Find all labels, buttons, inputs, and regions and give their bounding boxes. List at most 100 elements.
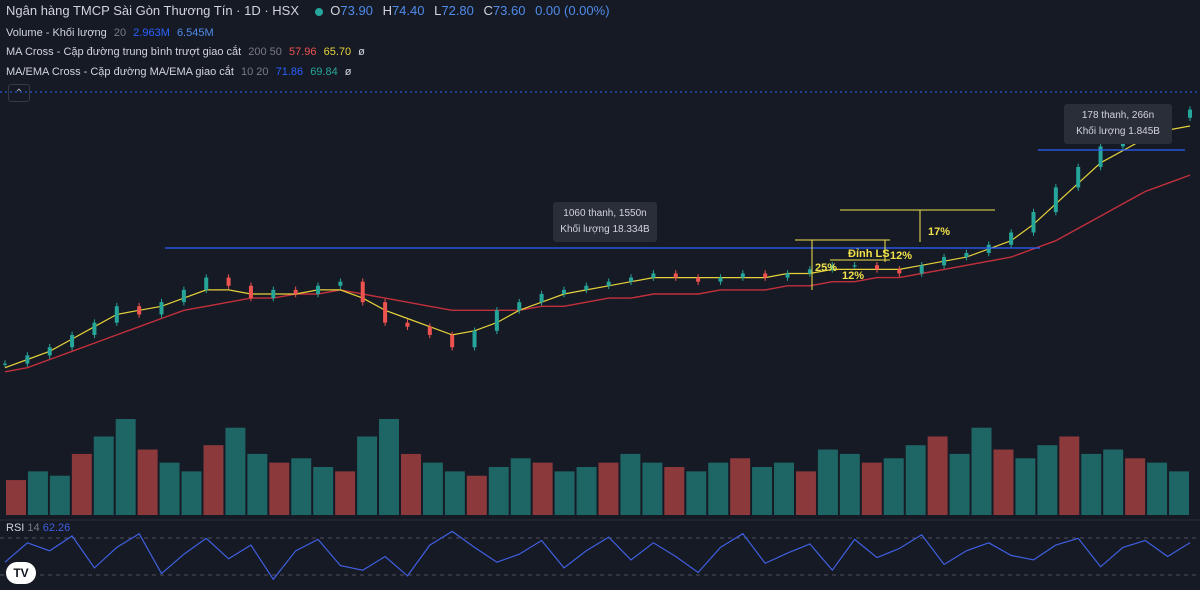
price-candle xyxy=(114,306,119,323)
ma-ema-value-2: 69.84 xyxy=(310,66,338,78)
volume-bar xyxy=(993,449,1014,515)
price-candle xyxy=(92,322,97,335)
chart-canvas[interactable] xyxy=(0,0,1200,590)
volume-value-2: 6.545M xyxy=(176,27,214,39)
volume-bar xyxy=(883,458,904,515)
rsi-legend[interactable]: RSI 14 62.26 xyxy=(6,522,70,534)
market-status-icon xyxy=(314,7,323,16)
price-candle xyxy=(517,302,522,311)
volume-bar xyxy=(247,453,268,515)
volume-bar xyxy=(137,449,158,515)
price-candle xyxy=(606,281,611,286)
volume-legend[interactable]: Volume - Khối lượng 20 2.963M 6.545M xyxy=(6,26,218,40)
ma-ema-legend[interactable]: MA/EMA Cross - Cặp đường MA/EMA giao cắt… xyxy=(6,65,356,79)
volume-bar xyxy=(1147,462,1168,515)
rsi-param: 14 xyxy=(27,522,40,534)
price-candle xyxy=(248,285,253,299)
volume-legend-param: 20 xyxy=(113,27,127,39)
price-candle xyxy=(964,252,969,258)
volume-bar xyxy=(642,462,663,515)
ma-ema-value-1: 71.86 xyxy=(275,66,304,78)
pct-25-label: 25% xyxy=(815,262,838,274)
range-tooltip-long: 1060 thanh, 1550n Khối lượng 18.334B xyxy=(553,202,657,242)
price-candle xyxy=(740,273,745,278)
pct-17-label: 17% xyxy=(928,226,951,238)
low-value: 72.80 xyxy=(441,3,474,18)
price-candle xyxy=(1031,212,1036,233)
chevron-up-icon[interactable]: ⌃ xyxy=(8,84,30,102)
volume-bar xyxy=(115,419,136,515)
volume-bar xyxy=(796,471,816,515)
price-candle xyxy=(450,334,455,348)
price-candle xyxy=(226,277,231,286)
ma-ema-params: 10 20 xyxy=(241,66,269,78)
volume-bar xyxy=(488,467,509,515)
price-candle xyxy=(293,289,298,294)
ma-ema-label: MA/EMA Cross - Cặp đường MA/EMA giao cắt xyxy=(6,66,234,78)
volume-bar xyxy=(466,475,487,515)
price-candle xyxy=(718,277,723,282)
ma-cross-value-2: 65.70 xyxy=(323,46,352,58)
volume-bar xyxy=(1037,445,1058,515)
change-value: 0.00 (0.00%) xyxy=(535,3,610,18)
price-candle xyxy=(47,347,52,356)
range-tooltip-long-line1: 1060 thanh, 1550n xyxy=(563,208,647,219)
price-candle xyxy=(986,244,991,253)
volume-bar xyxy=(313,467,334,515)
price-candle xyxy=(785,273,790,278)
volume-value-1: 2.963M xyxy=(133,27,170,39)
price-candle xyxy=(3,363,7,365)
ma-ema-tail: ø xyxy=(344,66,352,78)
price-candle xyxy=(137,306,142,315)
tradingview-logo[interactable]: TV xyxy=(6,562,36,584)
volume-bar xyxy=(357,436,378,515)
price-candle xyxy=(204,277,209,290)
price-candle xyxy=(338,281,343,286)
price-candle xyxy=(271,289,276,299)
price-candle xyxy=(383,302,388,323)
price-candle xyxy=(405,322,410,327)
volume-bar xyxy=(708,462,729,515)
volume-bar xyxy=(817,449,838,515)
volume-bar xyxy=(576,467,597,515)
volume-bar xyxy=(510,458,531,515)
volume-bar xyxy=(1125,458,1146,515)
range-tooltip-short: 178 thanh, 266n Khối lượng 1.845B xyxy=(1064,104,1172,144)
ma-fast-line xyxy=(4,125,1191,369)
high-value: 74.40 xyxy=(391,3,425,18)
price-candle xyxy=(584,285,589,290)
volume-bars xyxy=(6,419,1189,515)
price-candle xyxy=(1009,232,1014,245)
rsi-label: RSI xyxy=(6,522,25,534)
dinh-ls-label: Đỉnh LS xyxy=(848,248,890,260)
symbol-legend: Ngân hàng TMCP Sài Gòn Thương Tín · 1D ·… xyxy=(6,4,616,18)
high-label: H xyxy=(382,3,392,18)
volume-bar xyxy=(730,458,751,515)
price-candle xyxy=(897,269,902,274)
close-label: C xyxy=(483,3,493,18)
price-candle xyxy=(561,289,566,294)
close-value: 73.60 xyxy=(492,3,526,18)
rsi-pane xyxy=(0,519,1200,581)
volume-bar xyxy=(335,471,356,515)
volume-bar xyxy=(949,453,970,515)
volume-bar xyxy=(27,471,48,515)
pct-12a-label: 12% xyxy=(842,270,865,282)
price-candle xyxy=(1053,187,1058,213)
symbol-title: Ngân hàng TMCP Sài Gòn Thương Tín · 1D ·… xyxy=(6,3,300,18)
price-candle xyxy=(360,281,365,303)
ma-cross-legend[interactable]: MA Cross - Cặp đường trung bình trượt gi… xyxy=(6,45,369,59)
price-candle xyxy=(807,269,812,274)
volume-bar xyxy=(401,453,421,515)
volume-bar xyxy=(532,462,553,515)
volume-bar xyxy=(291,458,312,515)
volume-bar xyxy=(554,471,575,515)
ma-cross-value-1: 57.96 xyxy=(288,46,317,58)
price-candle xyxy=(942,257,947,266)
volume-bar xyxy=(839,453,860,515)
price-candle xyxy=(629,277,634,282)
volume-bar xyxy=(686,471,707,515)
price-candle xyxy=(1188,109,1192,118)
price-candle xyxy=(874,265,879,270)
volume-bar xyxy=(620,453,641,515)
